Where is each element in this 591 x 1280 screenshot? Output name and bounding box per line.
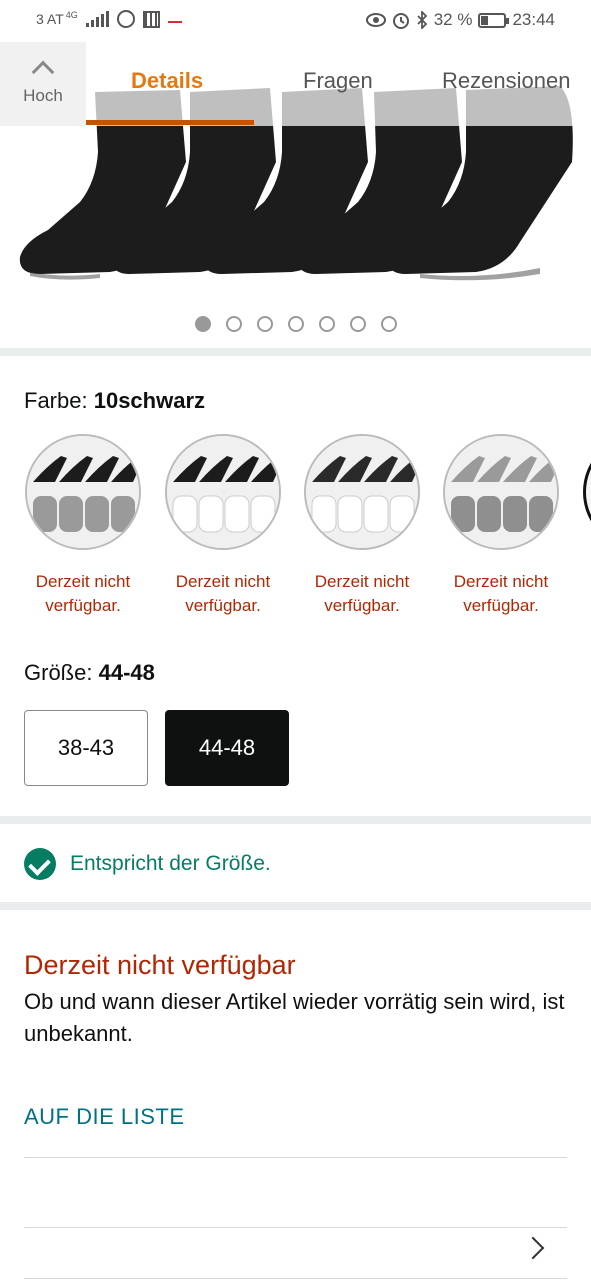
tab-reviews[interactable]: Rezensionen [442,68,570,94]
check-circle-icon [24,848,56,880]
network-label: 4G [65,10,78,20]
color-label-text: Farbe: [24,388,88,413]
active-tab-indicator [86,120,254,125]
divider [24,1278,567,1279]
color-swatch-image [583,434,591,550]
clock: 23:44 [512,10,555,29]
alarm-icon [392,13,409,29]
color-swatch-image [443,434,559,550]
size-value: 44-48 [98,660,155,685]
gallery-dot[interactable] [380,316,397,332]
divider [24,1157,567,1158]
gallery-dot[interactable] [256,316,273,332]
color-value: 10schwarz [93,388,206,413]
fit-info: Entspricht der Größe. [24,848,271,880]
back-to-top-button[interactable]: Hoch [0,42,86,126]
size-option-38-43[interactable]: 38-43 [24,710,148,786]
size-label: Größe: 44-48 [24,660,155,686]
size-label-text: Größe: [24,660,93,685]
fit-text: Entspricht der Größe. [70,852,271,875]
color-label: Farbe: 10schwarz [24,388,205,414]
chevron-up-icon [31,60,55,84]
option-status: Derzeit nicht verfügbar. [175,572,271,615]
color-swatch-image [25,434,141,550]
availability-text: Ob und wann dieser Artikel wieder vorrät… [24,989,565,1046]
color-option-partial[interactable] [582,434,591,550]
battery-percent: 32 % [433,10,473,29]
color-option[interactable]: Derzeit nicht verfügbar. [442,434,560,618]
bluetooth-icon [417,11,427,29]
carrier-label: 3 AT [36,11,64,27]
color-option[interactable]: Derzeit nicht verfügbar. [164,434,282,618]
gallery-dot[interactable] [349,316,366,332]
signal-icon [85,11,109,27]
eye-icon [365,13,386,27]
availability-title: Derzeit nicht verfügbar [24,950,296,980]
color-option[interactable]: Derzeit nicht verfügbar. [303,434,421,618]
gallery-dot[interactable] [225,316,242,332]
option-status: Derzeit nicht verfügbar. [35,572,131,615]
tab-details[interactable]: Details [131,68,203,94]
sync-icon [116,10,135,28]
battery-icon [478,12,510,28]
size-option-44-48[interactable]: 44-48 [165,710,289,786]
color-swatch-image [304,434,420,550]
status-bar: 3 AT 4G 32 % 23:44 [0,0,591,42]
notification-icon [167,15,182,23]
section-divider [0,348,591,356]
option-status: Derzeit nicht verfügbar. [453,572,549,615]
gallery-pagination[interactable] [0,316,591,332]
gallery-dot[interactable] [318,316,335,332]
chevron-right-icon[interactable] [521,1236,545,1260]
color-option[interactable]: Derzeit nicht verfügbar. [24,434,142,618]
color-swatches: Derzeit nicht verfügbar. Derzeit nicht v… [24,434,591,624]
add-to-list-button[interactable]: AUF DIE LISTE [24,1104,185,1130]
color-swatch-image [165,434,281,550]
option-status: Derzeit nicht verfügbar. [314,572,410,615]
gallery-dot[interactable] [287,316,304,332]
tab-questions[interactable]: Fragen [303,68,373,94]
gallery-dot[interactable] [194,316,211,332]
section-divider [0,902,591,910]
section-divider [0,816,591,824]
app-notification-icon [142,10,160,28]
back-to-top-label: Hoch [23,86,63,105]
divider [24,1227,567,1228]
